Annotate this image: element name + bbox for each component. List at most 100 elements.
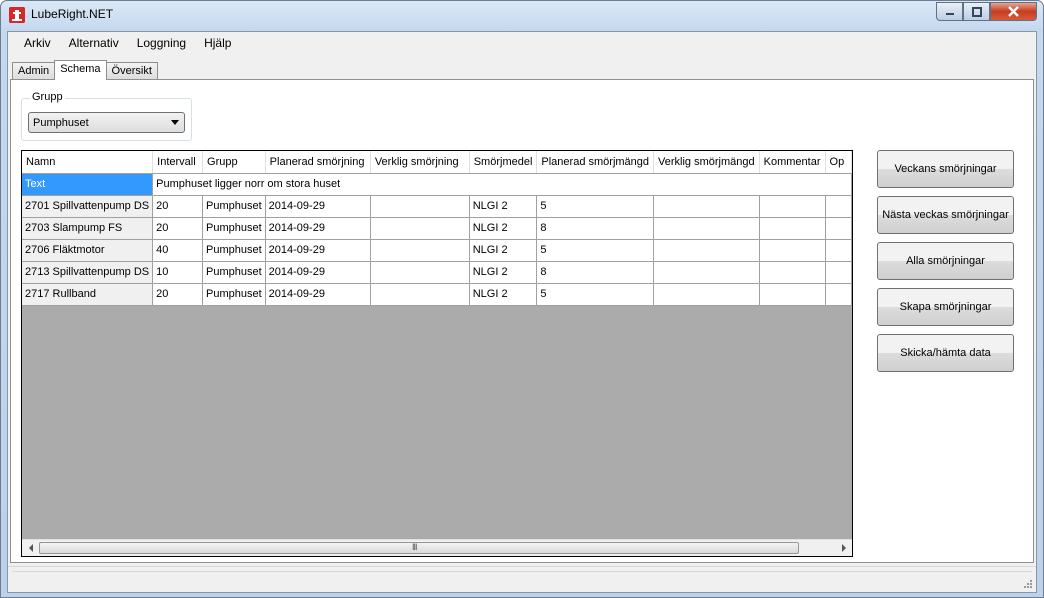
cell-op[interactable] [825,283,852,306]
cell-kommentar[interactable] [759,217,826,240]
skicka-hamta-data-button[interactable]: Skicka/hämta data [877,334,1014,372]
schedule-grid[interactable]: Namn Intervall Grupp Planerad smörjning … [21,150,853,557]
column-header-planerad-smorjmangd[interactable]: Planerad smörjmängd [536,151,655,174]
cell-intervall[interactable]: 40 [152,239,204,262]
cell-mangd[interactable]: 8 [536,217,655,240]
cell-grupp[interactable]: Pumphuset [202,283,266,306]
table-row[interactable]: 2713 Spillvattenpump DS 10 Pumphuset 201… [22,261,852,284]
cell-mangd[interactable]: 5 [536,283,655,306]
cell-op[interactable] [825,195,852,218]
nasta-veckas-smorjningar-button[interactable]: Nästa veckas smörjningar [877,196,1014,234]
veckans-smorjningar-button[interactable]: Veckans smörjningar [877,150,1014,188]
table-row[interactable]: 2706 Fläktmotor 40 Pumphuset 2014-09-29 … [22,239,852,262]
header-row: Namn Intervall Grupp Planerad smörjning … [22,151,852,174]
column-header-namn[interactable]: Namn [22,151,154,174]
cell-grupp[interactable]: Pumphuset [202,239,266,262]
tab-admin[interactable]: Admin [12,62,56,80]
cell-planerad[interactable]: 2014-09-29 [265,217,371,240]
cell-verklig-mangd[interactable] [653,261,760,284]
cell-verklig[interactable] [370,261,470,284]
column-header-intervall[interactable]: Intervall [152,151,204,174]
cell-verklig-mangd[interactable] [653,217,760,240]
cell-namn[interactable]: 2706 Fläktmotor [22,239,154,262]
cell-kommentar[interactable] [759,239,826,262]
cell-kommentar[interactable] [759,195,826,218]
cell-smorjmedel[interactable]: NLGI 2 [469,217,538,240]
cell-smorjmedel[interactable]: NLGI 2 [469,283,538,306]
table-row[interactable]: 2703 Slampump FS 20 Pumphuset 2014-09-29… [22,217,852,240]
window-controls [936,2,1037,21]
table-row[interactable]: 2717 Rullband 20 Pumphuset 2014-09-29 NL… [22,283,852,306]
column-header-grupp[interactable]: Grupp [202,151,266,174]
cell-grupp[interactable]: Pumphuset [202,217,266,240]
cell-intervall[interactable]: 20 [152,217,204,240]
cell-namn[interactable]: 2717 Rullband [22,283,154,306]
cell-kommentar[interactable] [759,283,826,306]
menu-loggning[interactable]: Loggning [128,32,195,56]
cell-smorjmedel[interactable]: NLGI 2 [469,261,538,284]
title-bar[interactable]: LubeRight.NET [1,1,1043,31]
skapa-smorjningar-button[interactable]: Skapa smörjningar [877,288,1014,326]
horizontal-scrollbar[interactable]: III [22,539,852,556]
cell-op[interactable] [825,217,852,240]
column-header-planerad-smorjning[interactable]: Planerad smörjning [265,151,371,174]
cell-grupp[interactable]: Pumphuset [202,261,266,284]
text-row-value[interactable]: Pumphuset ligger norr om stora huset [152,173,852,196]
scroll-left-button[interactable] [22,540,39,556]
column-header-verklig-smorjmangd[interactable]: Verklig smörjmängd [653,151,760,174]
cell-intervall[interactable]: 20 [152,195,204,218]
cell-planerad[interactable]: 2014-09-29 [265,283,371,306]
group-dropdown[interactable]: Pumphuset [28,112,185,133]
status-bar [8,566,1036,592]
cell-verklig[interactable] [370,283,470,306]
column-header-kommentar[interactable]: Kommentar [759,151,826,174]
alla-smorjningar-button[interactable]: Alla smörjningar [877,242,1014,280]
cell-intervall[interactable]: 10 [152,261,204,284]
resize-grip-icon[interactable] [1023,579,1033,589]
scroll-thumb[interactable]: III [39,542,799,554]
schedule-table: Namn Intervall Grupp Planerad smörjning … [22,151,852,306]
cell-verklig[interactable] [370,217,470,240]
text-row-label[interactable]: Text [22,173,154,196]
cell-planerad[interactable]: 2014-09-29 [265,195,371,218]
table-row[interactable]: 2701 Spillvattenpump DS 20 Pumphuset 201… [22,195,852,218]
tab-schema[interactable]: Schema [54,60,107,80]
cell-verklig-mangd[interactable] [653,283,760,306]
column-header-verklig-smorjning[interactable]: Verklig smörjning [370,151,470,174]
cell-namn[interactable]: 2701 Spillvattenpump DS [22,195,154,218]
cell-verklig[interactable] [370,195,470,218]
scroll-grip: III [412,542,417,552]
cell-mangd[interactable]: 5 [536,239,655,262]
cell-planerad[interactable]: 2014-09-29 [265,239,371,262]
cell-mangd[interactable]: 5 [536,195,655,218]
cell-verklig[interactable] [370,239,470,262]
cell-grupp[interactable]: Pumphuset [202,195,266,218]
chevron-right-icon [841,544,846,552]
close-button[interactable] [990,2,1037,21]
cell-smorjmedel[interactable]: NLGI 2 [469,195,538,218]
column-header-op[interactable]: Op [825,151,852,174]
cell-planerad[interactable]: 2014-09-29 [265,261,371,284]
cell-op[interactable] [825,239,852,262]
cell-verklig-mangd[interactable] [653,239,760,262]
schema-tab-page: Grupp Pumphuset Namn Intervall Grupp Pla… [10,79,1034,563]
tab-oversikt[interactable]: Översikt [105,62,158,80]
column-header-smorjmedel[interactable]: Smörjmedel [469,151,538,174]
text-row[interactable]: Text Pumphuset ligger norr om stora huse… [22,173,852,196]
cell-op[interactable] [825,261,852,284]
menu-hjalp[interactable]: Hjälp [195,32,240,56]
cell-verklig-mangd[interactable] [653,195,760,218]
close-icon [1008,6,1019,17]
minimize-button[interactable] [936,2,963,21]
maximize-button[interactable] [963,2,990,21]
cell-kommentar[interactable] [759,261,826,284]
cell-intervall[interactable]: 20 [152,283,204,306]
menu-arkiv[interactable]: Arkiv [15,32,60,56]
cell-smorjmedel[interactable]: NLGI 2 [469,239,538,262]
cell-namn[interactable]: 2713 Spillvattenpump DS [22,261,154,284]
scroll-right-button[interactable] [835,540,852,556]
menu-alternativ[interactable]: Alternativ [60,32,128,56]
cell-mangd[interactable]: 8 [536,261,655,284]
app-icon[interactable] [9,7,25,23]
cell-namn[interactable]: 2703 Slampump FS [22,217,154,240]
